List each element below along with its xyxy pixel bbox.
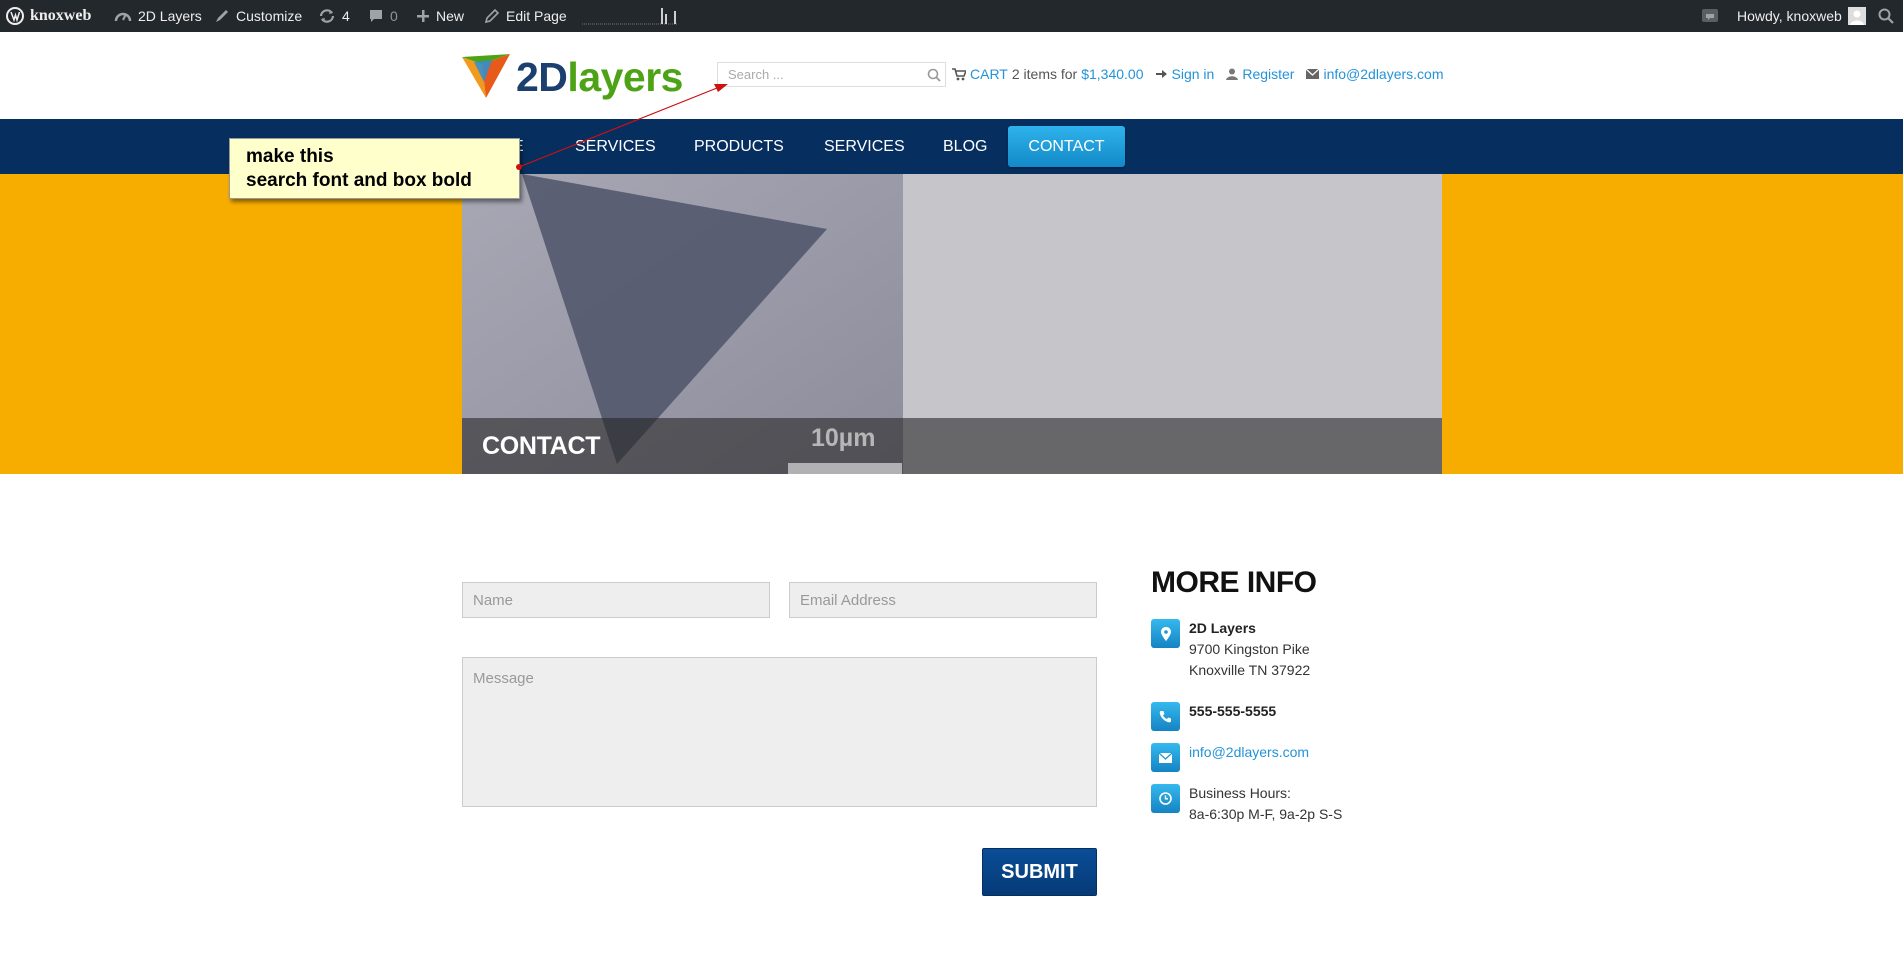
hero-scale-label: 10µm [811, 424, 876, 452]
clock-icon [1159, 792, 1172, 805]
sign-in-icon [1155, 70, 1167, 78]
notification-icon [1702, 9, 1718, 22]
admin-comments[interactable]: 0 [368, 0, 398, 32]
more-info-title: MORE INFO [1151, 566, 1317, 599]
logo-layers-text: layers [567, 54, 683, 100]
email-badge [1151, 743, 1180, 772]
phone-block: 555-555-5555 [1189, 701, 1276, 722]
annotation-line-1: make this [246, 146, 334, 167]
hero-image: 10µm CONTACT [462, 174, 1442, 474]
admin-account[interactable]: Howdy, knoxweb [1737, 0, 1866, 32]
email-link[interactable]: info@2dlayers.com [1306, 66, 1444, 82]
register-label[interactable]: Register [1242, 66, 1294, 82]
phone-icon [1159, 711, 1171, 723]
search-icon[interactable] [927, 68, 941, 82]
comment-icon [370, 10, 382, 22]
brush-icon [216, 10, 228, 22]
stats-sparkline[interactable] [582, 5, 678, 25]
site-header: 2Dlayers CART 2 items for $1,340.00 Sign… [0, 32, 1903, 119]
phone-number[interactable]: 555-555-5555 [1189, 703, 1276, 719]
map-pin-icon [1160, 626, 1171, 641]
logo-2d-text: 2D [516, 54, 568, 100]
cart-link[interactable]: CART 2 items for $1,340.00 [952, 66, 1144, 82]
admin-site-name-label: 2D Layers [138, 8, 202, 24]
company-name: 2D Layers [1189, 620, 1256, 636]
envelope-icon [1306, 69, 1320, 79]
admin-updates[interactable]: 4 [318, 0, 350, 32]
admin-site-logo-text: knoxweb [30, 7, 92, 24]
submit-button[interactable]: SUBMIT [982, 848, 1097, 896]
dashboard-icon [114, 12, 132, 22]
address-line-2: Knoxville TN 37922 [1189, 662, 1311, 678]
address-block: 2D Layers 9700 Kingston Pike Knoxville T… [1189, 618, 1310, 681]
cart-label[interactable]: CART [970, 66, 1008, 82]
header-search-box[interactable] [717, 62, 946, 87]
hours-badge [1151, 784, 1180, 813]
page-title: CONTACT [482, 432, 601, 460]
email-block: info@2dlayers.com [1189, 742, 1309, 763]
search-icon [1878, 8, 1894, 24]
logo-wordmark: 2Dlayers [516, 52, 683, 102]
admin-customize[interactable]: Customize [214, 0, 302, 32]
cart-icon [952, 67, 966, 80]
email-label[interactable]: info@2dlayers.com [1323, 66, 1443, 82]
email-field[interactable] [789, 582, 1097, 618]
logo-mark-icon [462, 54, 510, 98]
avatar [1847, 7, 1866, 25]
admin-site-name[interactable]: 2D Layers [114, 0, 202, 32]
admin-greeting: Howdy, knoxweb [1737, 8, 1842, 24]
search-input[interactable] [718, 63, 918, 86]
address-line-1: 9700 Kingston Pike [1189, 641, 1310, 657]
hero-banner: 10µm CONTACT [0, 174, 1903, 474]
updates-icon [319, 9, 335, 23]
admin-new-label: New [436, 8, 465, 24]
admin-site-logo[interactable]: knoxweb [6, 0, 91, 32]
admin-updates-count: 4 [342, 8, 350, 24]
site-logo[interactable]: 2Dlayers [462, 52, 684, 102]
email-address[interactable]: info@2dlayers.com [1189, 744, 1309, 760]
message-field[interactable] [462, 657, 1097, 807]
nav-item-services-2[interactable]: SERVICES [824, 119, 905, 174]
admin-search[interactable] [1878, 0, 1894, 32]
hours-value: 8a-6:30p M-F, 9a-2p S-S [1189, 806, 1343, 822]
nav-item-blog[interactable]: BLOG [943, 119, 987, 174]
sign-in-link[interactable]: Sign in [1155, 66, 1215, 82]
hero-caption-bar [462, 418, 1442, 474]
pencil-icon [484, 8, 500, 24]
admin-notifications[interactable] [1701, 0, 1719, 32]
sign-in-label[interactable]: Sign in [1172, 66, 1215, 82]
envelope-icon [1159, 752, 1172, 763]
phone-badge [1151, 702, 1180, 731]
admin-customize-label: Customize [236, 8, 303, 24]
admin-edit-page[interactable]: Edit Page [484, 0, 567, 32]
hero-scale-bar [788, 463, 902, 474]
cart-total[interactable]: $1,340.00 [1081, 66, 1143, 82]
admin-edit-page-label: Edit Page [506, 8, 567, 24]
nav-item-services[interactable]: SERVICES [575, 119, 656, 174]
name-field[interactable] [462, 582, 770, 618]
admin-comments-count: 0 [390, 8, 398, 24]
plus-icon [417, 10, 429, 22]
header-links: CART 2 items for $1,340.00 Sign in Regis… [952, 64, 1456, 84]
admin-new[interactable]: New [416, 0, 464, 32]
hours-block: Business Hours: 8a-6:30p M-F, 9a-2p S-S [1189, 783, 1342, 825]
location-badge [1151, 619, 1180, 648]
wordpress-icon [6, 7, 24, 25]
cart-items: 2 items for [1011, 66, 1078, 82]
nav-item-contact[interactable]: CONTACT [1008, 126, 1125, 167]
annotation-line-2: search font and box bold [246, 170, 472, 191]
register-link[interactable]: Register [1226, 66, 1294, 82]
annotation-note: make this search font and box bold [229, 138, 520, 199]
hours-label: Business Hours: [1189, 785, 1291, 801]
user-icon [1226, 68, 1239, 80]
nav-item-products[interactable]: PRODUCTS [694, 119, 784, 174]
admin-bar: knoxweb 2D Layers Customize 4 0 New Edit… [0, 0, 1903, 32]
